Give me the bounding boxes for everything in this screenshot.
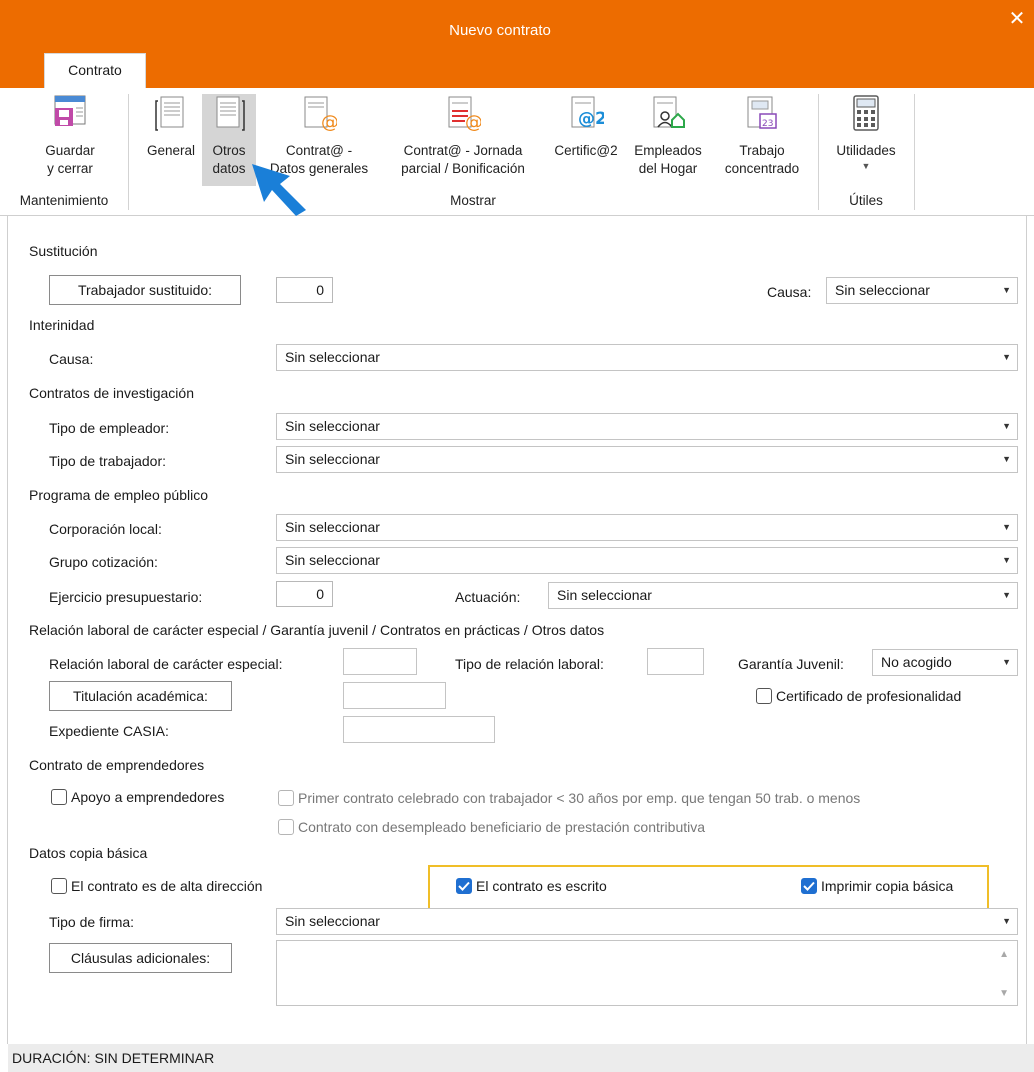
chevron-down-icon: ▼	[1002, 590, 1011, 600]
document-icon	[155, 96, 184, 131]
document-at-icon: @	[448, 96, 481, 133]
causa-interinidad-select[interactable]: Sin seleccionar ▼	[276, 344, 1018, 371]
grupo-cotizacion-select[interactable]: Sin seleccionar ▼	[276, 547, 1018, 574]
garantia-juvenil-label: Garantía Juvenil:	[738, 656, 844, 672]
scroll-up-icon[interactable]: ▲	[999, 949, 1009, 960]
clausulas-adicionales-button[interactable]: Cláusulas adicionales:	[49, 943, 232, 973]
clausulas-adicionales-textarea[interactable]: ▲ ▼	[276, 940, 1018, 1006]
document-at-icon: @	[304, 96, 337, 133]
calculator-icon	[853, 95, 879, 131]
causa-interinidad-label: Causa:	[49, 351, 94, 367]
tipo-relacion-label: Tipo de relación laboral:	[455, 656, 604, 672]
window-border-right	[1026, 216, 1027, 1044]
expediente-casia-field[interactable]	[343, 716, 495, 743]
relacion-especial-label: Relación laboral de carácter especial:	[49, 656, 283, 672]
ribbon: Guardar y cerrar General Otros datos @ C…	[0, 88, 1034, 216]
trabajador-sustituido-button[interactable]: Trabajador sustituido:	[49, 275, 241, 305]
causa-sustitucion-select[interactable]: Sin seleccionar ▼	[826, 277, 1018, 304]
status-bar: DURACIÓN: SIN DETERMINAR	[8, 1044, 1034, 1072]
alta-direccion-checkbox[interactable]: El contrato es de alta dirección	[51, 878, 262, 894]
tipo-firma-select[interactable]: Sin seleccionar ▼	[276, 908, 1018, 935]
general-button[interactable]: General	[140, 94, 202, 160]
checkbox-box	[51, 789, 67, 805]
pointer-arrow-icon	[252, 164, 306, 216]
window-title: Nuevo contrato	[449, 22, 551, 39]
checkbox-box	[756, 688, 772, 704]
chevron-down-icon: ▼	[1002, 421, 1011, 431]
utilidades-button[interactable]: Utilidades ▼	[826, 94, 906, 172]
svg-text:@: @	[321, 112, 337, 133]
group-mantenimiento: Mantenimiento	[19, 193, 109, 208]
apoyo-emprendedores-checkbox[interactable]: Apoyo a emprendedores	[51, 789, 224, 805]
tipo-empleador-select[interactable]: Sin seleccionar ▼	[276, 413, 1018, 440]
svg-text:@2: @2	[578, 109, 604, 129]
tipo-firma-label: Tipo de firma:	[49, 914, 135, 930]
ejercicio-presupuestario-field[interactable]: 0	[276, 581, 333, 607]
section-sustitucion: Sustitución	[29, 243, 98, 259]
relacion-especial-field[interactable]	[343, 648, 417, 675]
corporacion-local-label: Corporación local:	[49, 521, 162, 537]
tipo-relacion-field[interactable]	[647, 648, 704, 675]
tipo-trabajador-label: Tipo de trabajador:	[49, 453, 166, 469]
section-interinidad: Interinidad	[29, 317, 95, 333]
empleados-hogar-button[interactable]: Empleados del Hogar	[628, 94, 708, 178]
garantia-juvenil-select[interactable]: No acogido ▼	[872, 649, 1018, 676]
chevron-down-icon: ▼	[1002, 522, 1011, 532]
checkbox-box	[278, 790, 294, 806]
section-relacion-laboral: Relación laboral de carácter especial / …	[29, 622, 605, 638]
certifica2-button[interactable]: @2 Certific@2	[546, 94, 626, 160]
svg-text:@: @	[465, 112, 481, 133]
certificado-profesionalidad-checkbox[interactable]: Certificado de profesionalidad	[756, 688, 961, 704]
ejercicio-presupuestario-label: Ejercicio presupuestario:	[49, 589, 203, 605]
group-mostrar: Mostrar	[450, 193, 496, 208]
chevron-down-icon: ▼	[1002, 352, 1011, 362]
chevron-down-icon: ▼	[1002, 657, 1011, 667]
chevron-down-icon: ▼	[1002, 285, 1011, 295]
close-icon[interactable]: ✕	[1008, 9, 1026, 29]
grupo-cotizacion-label: Grupo cotización:	[49, 554, 158, 570]
section-empleo-publico: Programa de empleo público	[29, 487, 208, 503]
svg-text:23: 23	[762, 119, 773, 129]
checkbox-box	[51, 878, 67, 894]
household-employee-icon	[653, 96, 685, 128]
title-bar: Nuevo contrato ✕ Contrato	[0, 0, 1034, 88]
trabajador-sustituido-field[interactable]: 0	[276, 277, 333, 303]
tab-contrato[interactable]: Contrato	[44, 53, 146, 88]
trabajo-concentrado-button[interactable]: 23 Trabajo concentrado	[712, 94, 812, 178]
checkmark-icon	[456, 878, 472, 894]
actuacion-label: Actuación:	[455, 589, 521, 605]
document-at2-icon: @2	[571, 96, 604, 129]
tipo-empleador-label: Tipo de empleador:	[49, 420, 170, 436]
section-investigacion: Contratos de investigación	[29, 385, 194, 401]
calendar-document-icon: 23	[747, 96, 777, 129]
checkmark-icon	[801, 878, 817, 894]
save-icon	[54, 95, 86, 126]
document-icon	[216, 96, 245, 131]
window-border-left	[7, 216, 8, 1044]
contrato-escrito-checkbox[interactable]: El contrato es escrito	[456, 878, 607, 894]
section-emprendedores: Contrato de emprendedores	[29, 757, 205, 773]
titulacion-academica-field[interactable]	[343, 682, 446, 709]
corporacion-local-select[interactable]: Sin seleccionar ▼	[276, 514, 1018, 541]
causa-sustitucion-label: Causa:	[767, 284, 812, 300]
contrato-desempleado-checkbox[interactable]: Contrato con desempleado beneficiario de…	[278, 819, 705, 835]
guardar-button[interactable]: Guardar y cerrar	[30, 94, 110, 178]
titulacion-academica-button[interactable]: Titulación académica:	[49, 681, 232, 711]
section-copia-basica: Datos copia básica	[29, 845, 148, 861]
chevron-down-icon: ▼	[1002, 916, 1011, 926]
chevron-down-icon: ▼	[1002, 454, 1011, 464]
tipo-trabajador-select[interactable]: Sin seleccionar ▼	[276, 446, 1018, 473]
expediente-casia-label: Expediente CASIA:	[49, 723, 169, 739]
imprimir-copia-basica-checkbox[interactable]: Imprimir copia básica	[801, 878, 953, 894]
scroll-down-icon[interactable]: ▼	[999, 988, 1009, 999]
contrat-jornada-parcial-button[interactable]: @ Contrat@ - Jornada parcial / Bonificac…	[382, 94, 544, 178]
chevron-down-icon: ▼	[861, 161, 871, 171]
primer-contrato-checkbox[interactable]: Primer contrato celebrado con trabajador…	[278, 790, 860, 806]
actuacion-select[interactable]: Sin seleccionar ▼	[548, 582, 1018, 609]
ribbon-separator	[914, 94, 915, 210]
chevron-down-icon: ▼	[1002, 555, 1011, 565]
group-utiles: Útiles	[849, 193, 883, 208]
checkbox-box	[278, 819, 294, 835]
